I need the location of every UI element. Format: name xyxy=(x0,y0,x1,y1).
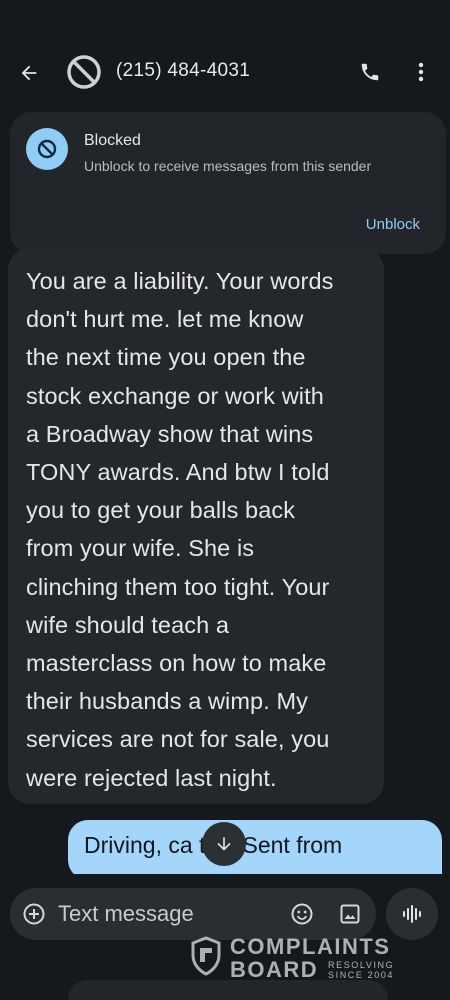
blocked-banner: Blocked Unblock to receive messages from… xyxy=(10,112,446,254)
shield-logo-icon xyxy=(191,936,221,976)
complaintsboard-watermark: COMPLAINTS BOARD RESOLVING SINCE 2004 xyxy=(190,934,410,982)
partial-message-bubble xyxy=(68,980,388,1000)
unblock-button[interactable]: Unblock xyxy=(366,216,420,233)
banner-subtitle: Unblock to receive messages from this se… xyxy=(84,158,372,174)
banner-icon-circle xyxy=(26,128,68,170)
voice-waveform-icon xyxy=(403,905,421,923)
back-button[interactable] xyxy=(14,58,44,88)
contact-avatar[interactable] xyxy=(64,52,104,92)
message-input[interactable]: Text message xyxy=(10,888,376,940)
arrow-back-icon xyxy=(21,65,37,81)
top-app-bar: (215) 484-4031 xyxy=(0,0,450,110)
more-options-button[interactable] xyxy=(408,58,434,86)
blocked-icon xyxy=(67,55,101,89)
add-circle-icon[interactable] xyxy=(22,902,46,926)
outgoing-message-bubble[interactable]: Driving, ca text.Sent from xyxy=(68,820,442,880)
incoming-message-bubble[interactable]: You are a liability. Your words don't hu… xyxy=(8,248,384,804)
block-icon xyxy=(37,139,57,159)
banner-title: Blocked xyxy=(84,132,141,149)
contact-number[interactable]: (215) 484-4031 xyxy=(116,60,250,82)
scroll-to-bottom-button[interactable] xyxy=(202,822,246,866)
image-icon[interactable] xyxy=(338,902,362,926)
arrow-down-icon xyxy=(217,837,231,851)
watermark-tagline2: SINCE 2004 xyxy=(328,970,395,980)
watermark-tagline1: RESOLVING xyxy=(328,960,395,970)
emoji-icon[interactable] xyxy=(290,902,314,926)
message-text: You are a liability. Your words don't hu… xyxy=(26,268,334,791)
message-text: Driving, ca text.Sent from xyxy=(84,832,343,858)
call-button[interactable] xyxy=(356,58,384,86)
phone-icon xyxy=(361,63,379,81)
voice-message-button[interactable] xyxy=(386,888,438,940)
more-vert-icon xyxy=(418,62,424,82)
message-input-placeholder: Text message xyxy=(58,901,194,926)
